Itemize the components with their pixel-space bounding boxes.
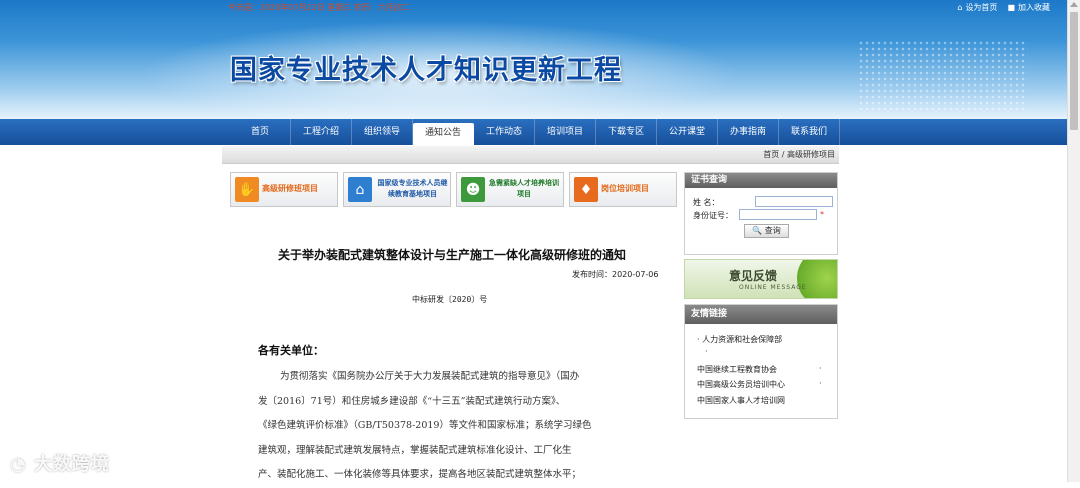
add-favorite-label: 加入收藏 — [1018, 3, 1050, 12]
tie-icon: ♦ — [574, 177, 598, 202]
quick-link-label: 国家级专业技术人员继续教育基地项目 — [377, 179, 448, 198]
friend-link[interactable]: 中国继续工程教育协会 — [697, 364, 777, 375]
handshake-icon: ✋ — [235, 177, 259, 202]
scrollbar-thumb[interactable] — [1070, 12, 1078, 130]
friend-links-title: 友情链接 — [685, 305, 837, 324]
site-title: 国家专业技术人才知识更新工程 — [230, 55, 622, 86]
quick-link-job-training[interactable]: ♦ 岗位培训项目 — [569, 172, 677, 207]
nav-tab-news[interactable]: 工作动态 — [474, 119, 535, 145]
article-line: 产、装配化施工、一体化装修等具体要求，提高各地区装配式建筑整体水平； — [258, 469, 582, 481]
search-icon: 🔍 — [752, 226, 763, 235]
date-line: 今天是：2020年07月22日 星期三 农历：六月初二 — [228, 3, 410, 12]
quick-link-label: 岗位培训项目 — [601, 184, 649, 193]
cert-query-title: 证书查询 — [685, 173, 837, 188]
set-home-link[interactable]: ⌂ 设为首页 — [957, 2, 997, 13]
add-favorite-link[interactable]: ■ 加入收藏 — [1007, 2, 1050, 13]
nav-tab-downloads[interactable]: 下载专区 — [596, 119, 657, 145]
nav-tab-training[interactable]: 培训项目 — [535, 119, 596, 145]
article-line: 为贯彻落实《国务院办公厅关于大力发展装配式建筑的指导意见》（国办 — [280, 371, 580, 382]
friend-link[interactable]: · 人力资源和社会保障部 — [697, 334, 782, 345]
friend-link[interactable]: 中国国家人事人才培训网 — [697, 395, 785, 406]
banner-decoration — [858, 40, 1028, 110]
people-icon: ☻ — [461, 177, 485, 202]
name-input[interactable] — [755, 196, 833, 207]
bullet-icon: · — [819, 379, 822, 388]
nav-tab-contact[interactable]: 联系我们 — [779, 119, 840, 145]
breadcrumb: 首页 / 高级研修项目 — [222, 146, 839, 164]
feedback-subtitle: ONLINE MESSAGE — [739, 284, 807, 291]
article-title: 关于举办装配式建筑整体设计与生产施工一体化高级研修班的通知 — [277, 248, 626, 262]
article-line: 《绿色建筑评价标准》（GB/T50378-2019）等文件和国家标准；系统学习绿… — [258, 420, 592, 432]
nav-tab-leadership[interactable]: 组织领导 — [352, 119, 413, 145]
nav-tab-home[interactable]: 首页 — [230, 119, 291, 145]
scroll-up-icon[interactable] — [1070, 2, 1078, 7]
nav-tab-about[interactable]: 工程介绍 — [291, 119, 352, 145]
quick-link-education-base[interactable]: ⌂ 国家级专业技术人员继续教育基地项目 — [343, 172, 451, 207]
required-mark: * — [820, 210, 824, 219]
article-body: 为贯彻落实《国务院办公厅关于大力发展装配式建筑的指导意见》（国办 发〔2016〕… — [258, 365, 658, 488]
page-scrollbar[interactable] — [1067, 0, 1080, 482]
nav-tab-guide[interactable]: 办事指南 — [718, 119, 779, 145]
watermark: ◔ 大数跨境 — [10, 450, 110, 476]
bookmark-icon: ■ — [1007, 3, 1015, 12]
set-home-label: 设为首页 — [965, 3, 998, 12]
home-icon: ⌂ — [348, 177, 372, 202]
home-icon: ⌂ — [957, 3, 963, 12]
friend-link-label: 人力资源和社会保障部 — [702, 335, 783, 344]
quick-link-urgent-talent[interactable]: ☻ 急需紧缺人才培养培训项目 — [456, 172, 564, 207]
quick-link-label: 高级研修班项目 — [262, 184, 318, 193]
id-number-label: 身份证号： — [693, 211, 733, 220]
feedback-banner[interactable]: 意见反馈 ONLINE MESSAGE — [684, 259, 838, 299]
leaf-icon — [797, 260, 837, 298]
bullet-icon: · — [705, 347, 708, 356]
quick-link-advanced-seminar[interactable]: ✋ 高级研修班项目 — [230, 172, 338, 207]
quick-link-label: 急需紧缺人才培养培训项目 — [489, 179, 559, 198]
main-nav: 首页 工程介绍 组织领导 通知公告 工作动态 培训项目 下载专区 公开课堂 办事… — [0, 119, 1068, 145]
watermark-text: 大数跨境 — [33, 454, 110, 475]
friend-link[interactable]: 中国高级公务员培训中心 — [697, 379, 785, 390]
article-line: 发〔2016〕71号）和住房城乡建设部《“十三五”装配式建筑行动方案》、 — [258, 395, 566, 407]
breadcrumb-text[interactable]: 首页 / 高级研修项目 — [763, 149, 835, 160]
id-number-input[interactable] — [739, 209, 817, 220]
nav-tab-notices[interactable]: 通知公告 — [413, 123, 474, 145]
feedback-title: 意见反馈 — [729, 269, 778, 283]
watermark-logo-icon: ◔ — [10, 454, 34, 475]
document-number: 中标研发〔2020〕号 — [412, 295, 488, 304]
article-greeting: 各有关单位： — [258, 344, 324, 357]
publish-time: 发布时间：2020-07-06 — [572, 270, 659, 279]
nav-tab-open-class[interactable]: 公开课堂 — [657, 119, 718, 145]
bullet-icon: · — [819, 364, 822, 373]
query-button[interactable]: 🔍 查询 — [744, 224, 789, 238]
top-links: ⌂ 设为首页 ■ 加入收藏 — [957, 2, 1050, 13]
article-line: 建筑观，理解装配式建筑发展特点，掌握装配式建筑标准化设计、工厂化生 — [258, 444, 572, 456]
name-label: 姓 名： — [693, 198, 720, 207]
query-button-label: 查询 — [764, 226, 781, 235]
